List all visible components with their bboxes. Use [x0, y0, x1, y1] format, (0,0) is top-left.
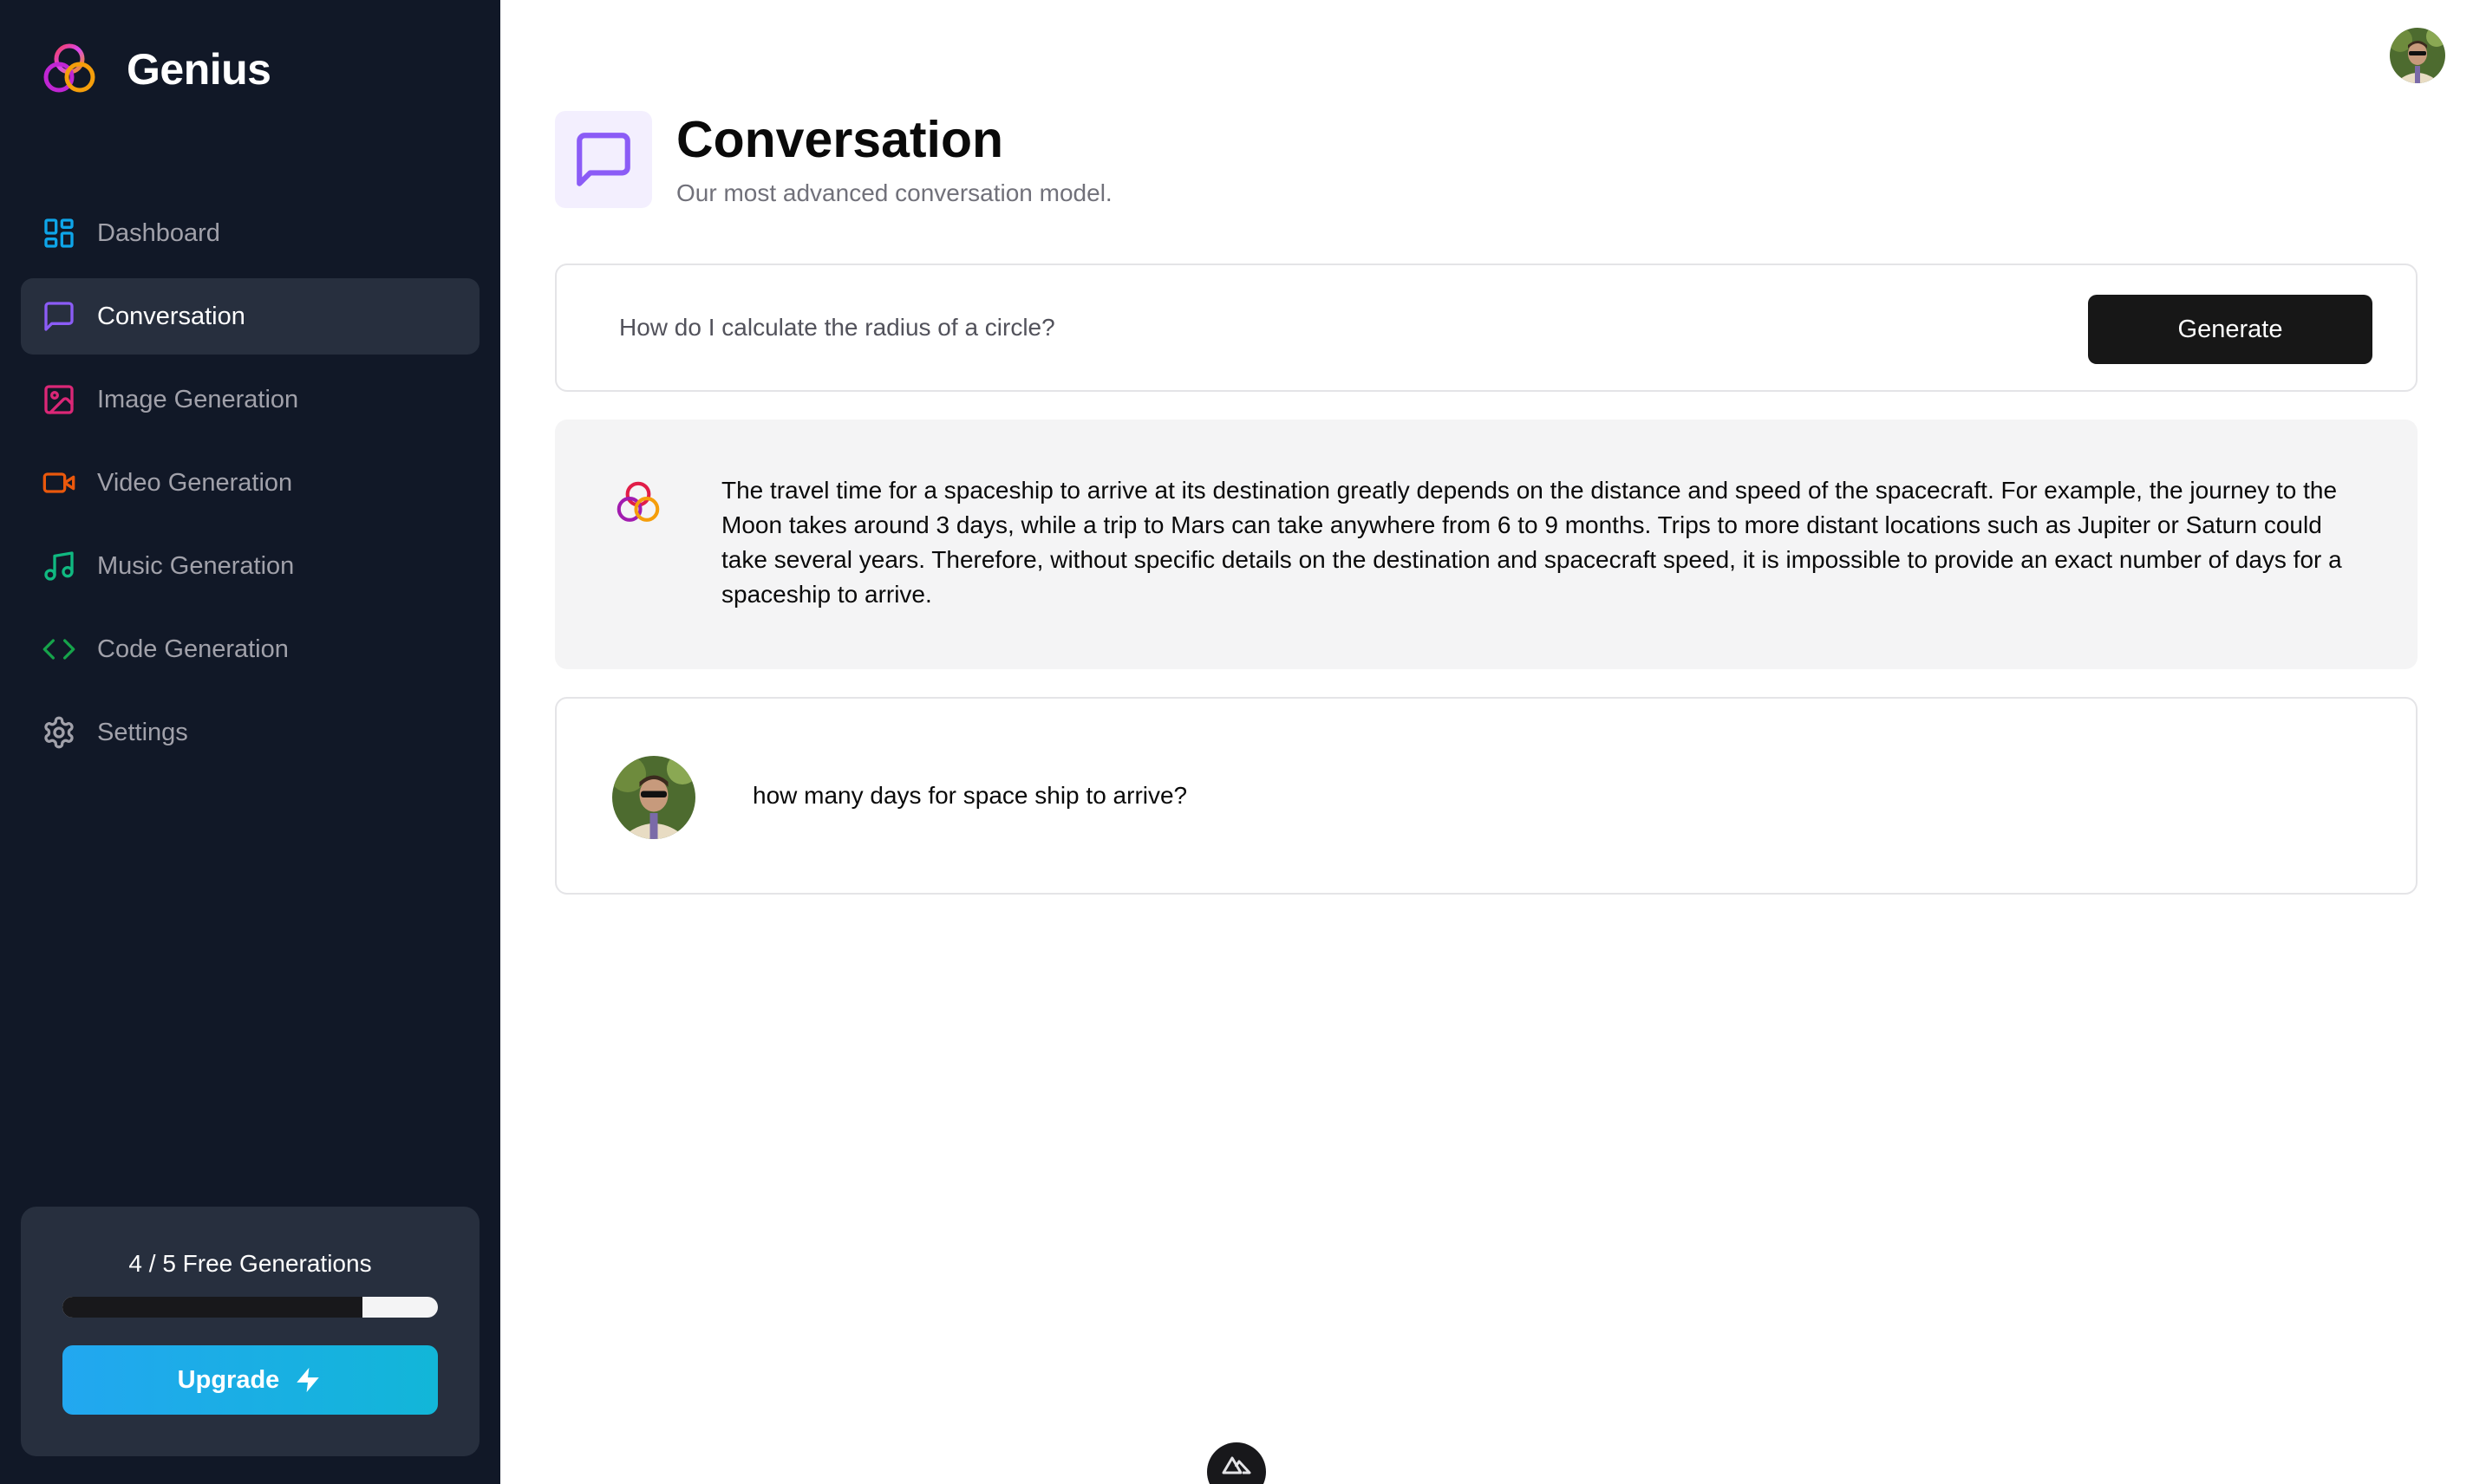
message-square-icon [577, 133, 630, 186]
user-avatar-image [2390, 28, 2445, 83]
sidebar-item-settings[interactable]: Settings [21, 694, 480, 771]
user-avatar-image [612, 756, 695, 839]
sidebar-item-video-generation[interactable]: Video Generation [21, 445, 480, 521]
free-counter-progress [62, 1297, 438, 1318]
sidebar-item-image-generation[interactable]: Image Generation [21, 361, 480, 438]
user-avatar [612, 756, 695, 839]
sidebar-item-label: Video Generation [97, 468, 293, 497]
sidebar-item-label: Settings [97, 718, 188, 746]
nuxt-devtools-button[interactable] [1207, 1442, 1266, 1484]
sidebar-nav: Dashboard Conversation Image Generation [21, 195, 480, 778]
sidebar-item-label: Music Generation [97, 551, 295, 580]
upgrade-button[interactable]: Upgrade [62, 1345, 438, 1415]
sidebar-item-code-generation[interactable]: Code Generation [21, 611, 480, 687]
free-counter-text: 4 / 5 Free Generations [128, 1250, 372, 1277]
page-subtitle: Our most advanced conversation model. [676, 179, 1113, 206]
generate-button[interactable]: Generate [2088, 295, 2372, 364]
prompt-input[interactable] [619, 303, 1920, 352]
sidebar-item-music-generation[interactable]: Music Generation [21, 528, 480, 604]
prompt-form: Generate [555, 264, 2418, 392]
user-avatar-button[interactable] [2390, 28, 2445, 83]
music-icon [42, 549, 76, 583]
zap-icon [297, 1367, 320, 1393]
bot-message-text: The travel time for a spaceship to arriv… [721, 477, 2342, 608]
app-logo[interactable]: Genius [40, 40, 271, 99]
bot-avatar-icon [617, 481, 660, 522]
bot-message: The travel time for a spaceship to arriv… [555, 420, 2418, 669]
sidebar-item-label: Code Generation [97, 635, 289, 663]
code-icon [42, 632, 76, 667]
free-counter-card: 4 / 5 Free Generations Upgrade [21, 1207, 480, 1456]
settings-icon [42, 715, 76, 750]
genius-logo-icon [43, 43, 95, 93]
app-name: Genius [127, 45, 271, 94]
user-message: how many days for space ship to arrive? [555, 697, 2418, 895]
upgrade-label: Upgrade [177, 1365, 280, 1394]
message-square-icon [42, 299, 76, 334]
video-icon [42, 465, 76, 500]
sidebar-item-conversation[interactable]: Conversation [21, 278, 480, 355]
user-message-text: how many days for space ship to arrive? [753, 782, 1188, 809]
dashboard-icon [42, 216, 76, 251]
nuxt-icon [1222, 1456, 1251, 1474]
sidebar-item-dashboard[interactable]: Dashboard [21, 195, 480, 271]
progress-fill [62, 1297, 363, 1318]
page-title: Conversation [676, 111, 1004, 168]
sidebar-item-label: Image Generation [97, 385, 299, 413]
page-heading: Conversation Our most advanced conversat… [555, 111, 1113, 208]
sidebar-item-label: Conversation [97, 302, 245, 330]
image-icon [42, 382, 76, 417]
heading-icon-container [555, 111, 652, 208]
sidebar-item-label: Dashboard [97, 218, 220, 247]
sidebar: Genius Dashboard Conversation Image Gene… [0, 0, 500, 1484]
